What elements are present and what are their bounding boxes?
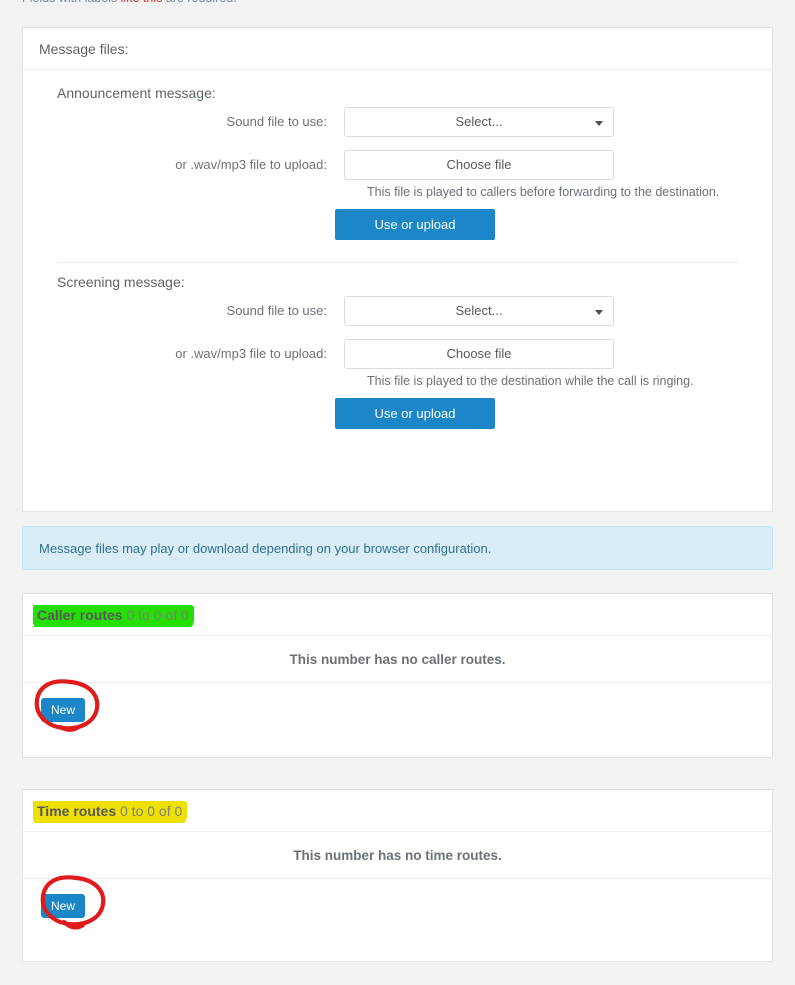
screening-sound-file-select[interactable]: Select... xyxy=(344,296,614,326)
announcement-upload-row: or .wav/mp3 file to upload: Choose file xyxy=(39,150,756,180)
page-root: Fields with labels like this are require… xyxy=(0,0,795,985)
required-note-after: are required. xyxy=(162,0,237,2)
caller-routes-count: 0 to 0 of 0 xyxy=(126,607,189,623)
screening-section-title: Screening message: xyxy=(57,274,185,290)
caller-routes-header: Caller routes 0 to 0 of 0 xyxy=(23,594,772,636)
screening-upload-control: Choose file xyxy=(344,339,614,369)
time-routes-body: This number has no time routes. New xyxy=(23,832,772,918)
time-routes-panel: Time routes 0 to 0 of 0 This number has … xyxy=(22,789,773,962)
screening-choose-file-button[interactable]: Choose file xyxy=(344,339,614,369)
required-fields-note: Fields with labels like this are require… xyxy=(22,0,237,2)
announcement-choose-file-button[interactable]: Choose file xyxy=(344,150,614,180)
announcement-upload-label: or .wav/mp3 file to upload: xyxy=(175,157,327,172)
message-files-panel: Message files: Announcement message: Sou… xyxy=(22,27,773,512)
time-routes-title: Time routes xyxy=(37,803,117,819)
announcement-sound-file-select[interactable]: Select... xyxy=(344,107,614,137)
caller-routes-new-button[interactable]: New xyxy=(41,698,85,722)
message-files-header: Message files: xyxy=(23,28,772,70)
screening-sound-file-value: Select... xyxy=(455,303,503,318)
screening-sound-file-control: Select... xyxy=(344,296,614,326)
info-alert: Message files may play or download depen… xyxy=(22,526,773,570)
caller-routes-empty-message: This number has no caller routes. xyxy=(23,636,772,683)
screening-upload-label: or .wav/mp3 file to upload: xyxy=(175,346,327,361)
screening-use-or-upload-button[interactable]: Use or upload xyxy=(335,398,495,429)
screening-upload-row: or .wav/mp3 file to upload: Choose file xyxy=(39,339,756,369)
announcement-help-text: This file is played to callers before fo… xyxy=(367,185,720,199)
screening-sound-file-label: Sound file to use: xyxy=(226,303,327,318)
caller-routes-title: Caller routes xyxy=(37,607,123,623)
message-files-title: Message files: xyxy=(39,41,129,57)
announcement-sound-file-row: Sound file to use: Select... xyxy=(39,107,756,137)
required-note-emphasis: like this xyxy=(121,0,163,2)
time-routes-header: Time routes 0 to 0 of 0 xyxy=(23,790,772,832)
caller-routes-panel: Caller routes 0 to 0 of 0 This number ha… xyxy=(22,593,773,758)
caller-routes-header-highlighted: Caller routes 0 to 0 of 0 xyxy=(33,605,194,625)
announcement-sound-file-label: Sound file to use: xyxy=(226,114,327,129)
announcement-use-or-upload-button[interactable]: Use or upload xyxy=(335,209,495,240)
screening-help-text: This file is played to the destination w… xyxy=(367,374,694,388)
screening-sound-file-row: Sound file to use: Select... xyxy=(39,296,756,326)
announcement-sound-file-control: Select... xyxy=(344,107,614,137)
required-note-before: Fields with labels xyxy=(22,0,121,2)
chevron-down-icon xyxy=(595,310,603,315)
info-alert-text: Message files may play or download depen… xyxy=(39,541,492,556)
time-routes-header-highlighted: Time routes 0 to 0 of 0 xyxy=(33,801,188,821)
announcement-sound-file-value: Select... xyxy=(455,114,503,129)
caller-routes-body: This number has no caller routes. New xyxy=(23,636,772,722)
time-routes-count: 0 to 0 of 0 xyxy=(120,803,183,819)
announcement-section-title: Announcement message: xyxy=(57,85,216,101)
message-files-body: Announcement message: Sound file to use:… xyxy=(23,70,772,447)
announcement-upload-control: Choose file xyxy=(344,150,614,180)
time-routes-new-button[interactable]: New xyxy=(41,894,85,918)
time-routes-empty-message: This number has no time routes. xyxy=(23,832,772,879)
chevron-down-icon xyxy=(595,121,603,126)
